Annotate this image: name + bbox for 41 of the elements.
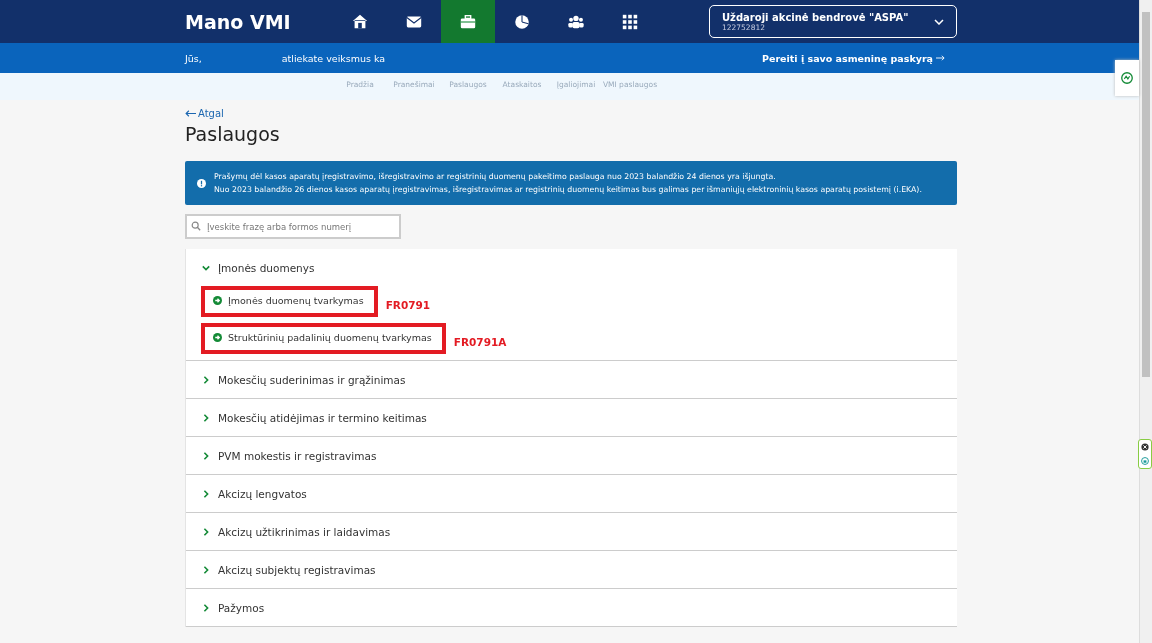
- service-link[interactable]: Įmonės duomenų tvarkymas: [213, 295, 364, 306]
- accessibility-button[interactable]: [1115, 60, 1139, 96]
- service-link[interactable]: Struktūrinių padalinių duomenų tvarkymas: [213, 332, 432, 343]
- form-code-annotation: FR0791A: [453, 335, 507, 348]
- arrow-left-icon: [185, 110, 196, 117]
- accordion-header[interactable]: Akcizų lengvatos: [186, 475, 957, 512]
- grid-icon: [621, 12, 639, 31]
- side-widget[interactable]: [1138, 439, 1152, 469]
- pie-chart-icon: [513, 12, 531, 31]
- accordion-header[interactable]: PVM mokestis ir registravimas: [186, 437, 957, 474]
- home-icon: [351, 12, 369, 31]
- chevron-down-icon: [934, 18, 944, 25]
- chevron-right-icon: [202, 527, 210, 536]
- arrow-circle-icon: [213, 296, 222, 305]
- chevron-right-icon: [202, 451, 210, 460]
- back-link[interactable]: Atgal: [198, 108, 224, 119]
- chevron-down-icon: [202, 263, 210, 272]
- accordion-header[interactable]: Pažymos: [186, 589, 957, 626]
- user-label: Jūs,: [185, 52, 202, 64]
- arrow-circle-icon: [213, 333, 222, 342]
- accordion-header[interactable]: Įmonės duomenys: [186, 249, 957, 286]
- accordion-header[interactable]: Akcizų užtikrinimas ir laidavimas: [186, 513, 957, 550]
- search-field[interactable]: Įveskite frazę arba formos numerį: [185, 214, 401, 239]
- arrow-right-icon: [936, 55, 945, 61]
- accordion-header[interactable]: Mokesčių suderinimas ir grąžinimas: [186, 361, 957, 398]
- briefcase-icon: [459, 12, 477, 31]
- form-code-annotation: FR0791: [385, 298, 431, 311]
- page-title: Paslaugos: [185, 123, 281, 145]
- accordion-header[interactable]: Akcizų subjektų registravimas: [186, 551, 957, 588]
- scrollbar[interactable]: [1139, 0, 1152, 643]
- close-icon: [1141, 443, 1149, 451]
- chevron-right-icon: [202, 489, 210, 498]
- accordion-header[interactable]: Mokesčių atidėjimas ir termino keitimas: [186, 399, 957, 436]
- chevron-right-icon: [202, 375, 210, 384]
- info-icon: [197, 178, 206, 188]
- chevron-right-icon: [202, 565, 210, 574]
- user-label: atliekate veiksmus ka: [281, 52, 386, 64]
- personal-account-link[interactable]: Pereiti į savo asmeninę paskyrą: [762, 52, 933, 64]
- chevron-right-icon: [202, 603, 210, 612]
- chevron-right-icon: [202, 413, 210, 422]
- site-logo[interactable]: Mano VMI: [185, 10, 333, 33]
